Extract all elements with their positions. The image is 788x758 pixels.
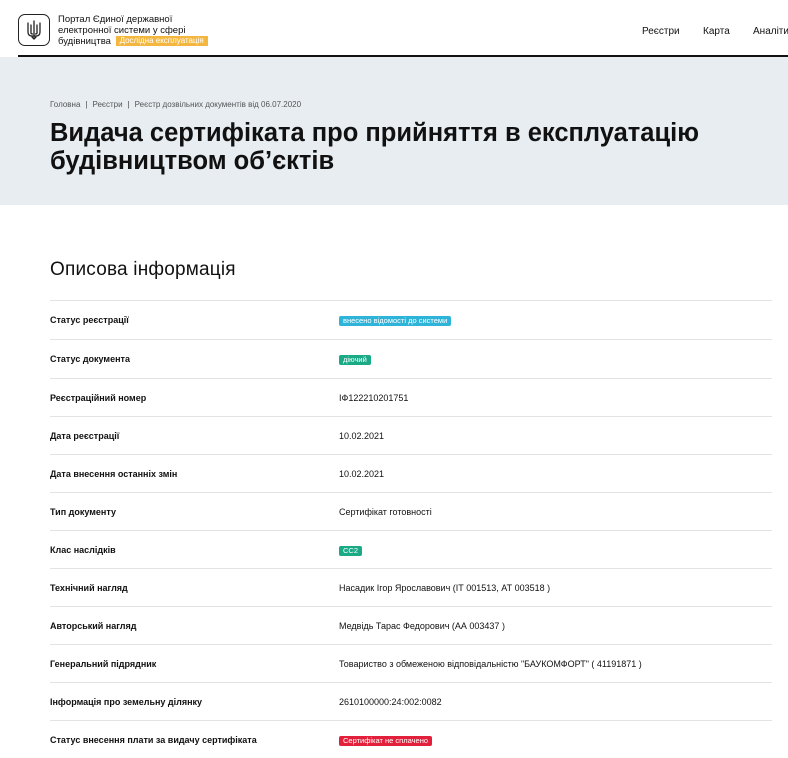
row-value: 10.02.2021 [339, 469, 385, 479]
row-label: Статус внесення плати за видачу сертифік… [50, 735, 257, 745]
page-title-line-2: будівництвом об’єктів [50, 147, 335, 175]
row-value: Сертифікат готовності [339, 507, 432, 517]
status-badge: діючий [339, 355, 371, 365]
row-label: Реєстраційний номер [50, 393, 147, 403]
row-label: Клас наслідків [50, 545, 116, 555]
row-label: Інформація про земельну ділянку [50, 697, 203, 707]
table-row: Тип документу Сертифікат готовності [50, 492, 772, 530]
table-row: Реєстраційний номер ІФ122210201751 [50, 378, 772, 416]
table-row: Клас наслідків СС2 [50, 530, 772, 568]
portal-title[interactable]: Портал Єдиної державної електронної сист… [58, 14, 228, 47]
row-value: Насадик Ігор Ярославович (ІТ 001513, АТ … [339, 583, 551, 593]
trident-logo-icon[interactable] [18, 14, 50, 46]
row-label: Тип документу [50, 507, 116, 517]
row-label: Статус реєстрації [50, 315, 129, 325]
row-label: Статус документа [50, 354, 130, 364]
consequence-class-badge: СС2 [339, 546, 363, 556]
row-label: Дата реєстрації [50, 431, 120, 441]
table-row: Дата внесення останніх змін 10.02.2021 [50, 454, 772, 492]
table-row: Інформація про земельну ділянку 26101000… [50, 682, 772, 720]
nav-item-registries[interactable]: Реєстри [642, 26, 680, 37]
row-value: Медвідь Тарас Федорович (АА 003437 ) [339, 621, 505, 631]
breadcrumb-home[interactable]: Головна [50, 100, 80, 109]
row-label: Генеральний підрядник [50, 659, 157, 669]
status-badge: внесено відомості до системи [339, 316, 452, 326]
payment-status-badge: Сертифікат не сплачено [339, 736, 433, 746]
page-hero: Головна | Реєстри | Реєстр дозвільних докуме… [0, 57, 788, 205]
row-value: СС2 [339, 545, 363, 556]
info-table: Статус реєстрації внесено відомості до с… [50, 300, 772, 758]
site-header: Портал Єдиної державної електронної сист… [0, 0, 788, 57]
page-title-line-1: Видача сертифіката про прийняття в експл… [50, 119, 700, 147]
row-value: Сертифікат не сплачено [339, 735, 433, 746]
row-label: Дата внесення останніх змін [50, 469, 178, 479]
breadcrumb-current[interactable]: Реєстр дозвільних документів від 06.07.2… [135, 100, 301, 109]
row-value: діючий [339, 354, 371, 365]
row-label: Авторський нагляд [50, 621, 137, 631]
row-label: Технічний нагляд [50, 583, 128, 593]
beta-badge: Дослідна експлуатація [115, 36, 208, 46]
breadcrumb: Головна | Реєстри | Реєстр дозвільних докуме… [50, 100, 301, 109]
table-row: Статус реєстрації внесено відомості до с… [50, 300, 772, 339]
row-value: Товариство з обмеженою відповідальністю … [339, 659, 642, 669]
table-row: Статус документа діючий [50, 339, 772, 378]
page-title: Видача сертифіката про прийняття в експл… [50, 119, 788, 175]
table-row: Авторський нагляд Медвідь Тарас Федорови… [50, 606, 772, 644]
section-title: Описова інформація [50, 259, 236, 280]
row-value: 10.02.2021 [339, 431, 385, 441]
row-value: ІФ122210201751 [339, 393, 409, 403]
table-row: Технічний нагляд Насадик Ігор Ярославови… [50, 568, 772, 606]
breadcrumb-separator: | [85, 100, 88, 109]
nav-item-map[interactable]: Карта [703, 26, 730, 37]
row-value: 2610100000:24:002:0082 [339, 697, 442, 707]
breadcrumb-registries[interactable]: Реєстри [92, 100, 122, 109]
nav-item-analytics[interactable]: Аналіти [753, 26, 788, 37]
table-row: Генеральний підрядник Товариство з обмеж… [50, 644, 772, 682]
row-value: внесено відомості до системи [339, 315, 452, 326]
breadcrumb-separator: | [127, 100, 130, 109]
table-row: Статус внесення плати за видачу сертифік… [50, 720, 772, 758]
table-row: Дата реєстрації 10.02.2021 [50, 416, 772, 454]
